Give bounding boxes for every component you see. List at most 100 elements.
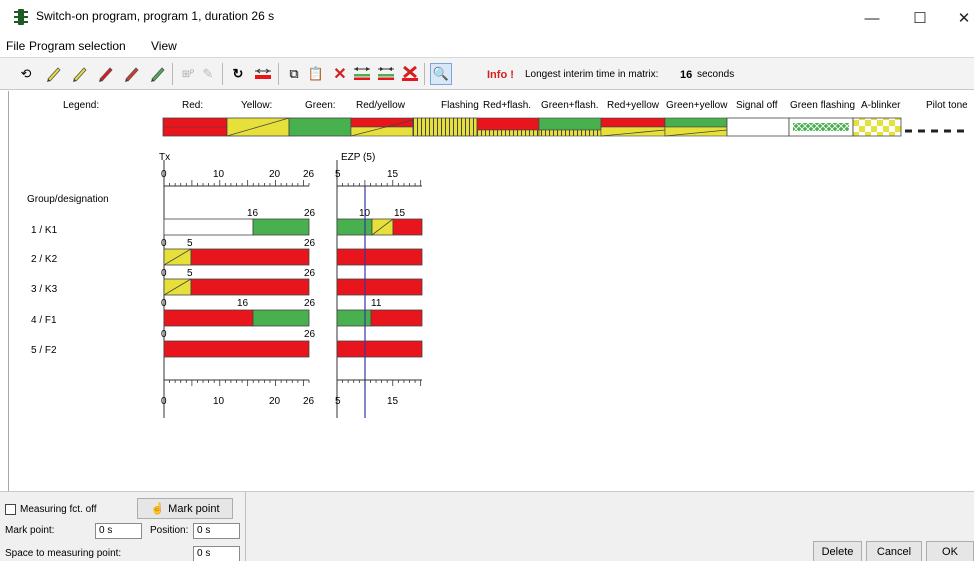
legend-swatch-signal-off (726, 117, 790, 137)
menu-program-selection[interactable]: Program selection (29, 39, 126, 53)
main-top-tick-0: 0 (161, 169, 167, 180)
menu-file[interactable]: File (6, 39, 25, 53)
ezp-red-bar[interactable] (336, 340, 423, 358)
ok-button[interactable]: OK (926, 541, 974, 561)
space-to-measuring-field[interactable]: 0 s (193, 546, 240, 561)
ezp-red-bar[interactable] (392, 218, 423, 236)
signal-group-row[interactable]: 1 / K1 16 26 10 15 (31, 208, 423, 236)
main-scale-label: Tx (159, 152, 170, 163)
time-label: 26 (304, 208, 316, 219)
position-field[interactable]: 0 s (193, 523, 240, 539)
time-label: 0 (161, 329, 167, 340)
space-to-measuring-label: Space to measuring point: (5, 548, 122, 559)
time-label: 5 (187, 268, 193, 279)
legend-label-green-flash: Green+flash. (541, 100, 599, 111)
main-top-tick-10: 10 (213, 169, 225, 180)
ezp-red-bar[interactable] (336, 278, 423, 296)
legend-title: Legend: (63, 100, 99, 111)
legend-label-a-blinker: A-blinker (861, 100, 901, 111)
legend-swatch-green-flash (538, 117, 602, 137)
ezp-red-bar[interactable] (370, 309, 423, 327)
move-bar-icon[interactable] (253, 63, 273, 85)
measuring-panel: Measuring fct. off ☝ Mark point Mark poi… (0, 491, 974, 561)
timing-diagram-panel[interactable]: Legend: Red: Yellow: Green: Red/yellow F… (8, 91, 974, 491)
legend-label-yellow: Yellow: (241, 100, 272, 111)
mark-point-field[interactable]: 0 s (95, 523, 142, 539)
copy-icon[interactable]: ⧉ (284, 63, 304, 85)
ezp-green-bar[interactable] (336, 218, 373, 236)
menu-bar: File Program selection View (0, 36, 974, 56)
ezp-green-bar[interactable] (336, 309, 372, 327)
ezp-time-label: 15 (394, 208, 406, 219)
red-bar[interactable] (163, 309, 254, 327)
signal-off-bar[interactable] (163, 218, 254, 236)
green-bar[interactable] (252, 218, 310, 236)
title-bar: Switch-on program, program 1, duration 2… (0, 0, 974, 36)
minimize-button[interactable]: — (852, 4, 892, 32)
legend-label-red-yellow: Red/yellow (356, 100, 406, 111)
close-button[interactable]: ✕ (944, 4, 974, 32)
info-text: Longest interim time in matrix: (525, 69, 659, 80)
rotate-icon[interactable]: ↻ (228, 63, 248, 85)
green-bar[interactable] (252, 309, 310, 327)
time-label: 5 (187, 238, 193, 249)
pencil-green-icon[interactable] (148, 63, 168, 85)
toolbar-separator (278, 63, 279, 85)
clear-icon[interactable] (400, 63, 420, 85)
group-name: 3 / K3 (31, 284, 58, 295)
pencil-red-icon[interactable] (122, 63, 142, 85)
group-header: Group/designation (27, 194, 109, 205)
signal-group-row[interactable]: 2 / K2 0 5 26 (31, 238, 423, 266)
delete-button[interactable]: Delete (813, 541, 862, 561)
toolbar-separator (424, 63, 425, 85)
toolbar: ⟲ ⊞ᴾ ✎ ↻ ⧉ 📋 ✕ 🔍 Info ! Longest interim … (0, 57, 974, 90)
legend-swatch-red-plus-yellow (600, 117, 666, 137)
ezp-bottom-axis: 5 15 (335, 379, 422, 407)
undo-icon[interactable]: ⟲ (16, 63, 36, 85)
eraser-icon[interactable]: ✎ (198, 63, 218, 85)
ezp-red-bar[interactable] (336, 248, 423, 266)
maximize-button[interactable]: ☐ (900, 4, 940, 32)
shrink-icon[interactable] (376, 63, 396, 85)
cancel-button[interactable]: Cancel (866, 541, 922, 561)
time-label: 16 (237, 298, 249, 309)
paste-icon[interactable]: 📋 (306, 63, 326, 85)
legend-swatch-flashing (412, 117, 478, 137)
traffic-light-icon (14, 9, 28, 25)
signal-group-icon[interactable]: ⊞ᴾ (178, 63, 198, 85)
legend-swatch-green-plus-yellow (664, 117, 728, 137)
mark-point-label: Mark point: (5, 525, 55, 536)
signal-timing-chart[interactable]: Legend: Red: Yellow: Green: Red/yellow F… (9, 91, 973, 491)
yellow-bar[interactable] (163, 248, 192, 266)
red-bar[interactable] (190, 278, 310, 296)
time-label: 26 (304, 329, 316, 340)
red-bar[interactable] (190, 248, 310, 266)
main-bottom-tick-20: 20 (269, 396, 281, 407)
pencil-red-icon[interactable] (96, 63, 116, 85)
pencil-yellow-icon[interactable] (70, 63, 90, 85)
time-label: 26 (304, 268, 316, 279)
pencil-yellow-icon[interactable] (44, 63, 64, 85)
signal-group-row[interactable]: 5 / F2 0 26 (31, 329, 423, 358)
legend-swatch-a-blinker (852, 117, 902, 137)
legend-swatch-red-flash (476, 117, 540, 137)
yellow-bar[interactable] (163, 278, 192, 296)
main-bottom-tick-0: 0 (161, 396, 167, 407)
search-icon[interactable]: 🔍 (430, 63, 452, 85)
stretch-icon[interactable] (352, 63, 372, 85)
main-bottom-tick-10: 10 (213, 396, 225, 407)
main-bottom-tick-26: 26 (303, 396, 315, 407)
delete-icon[interactable]: ✕ (330, 63, 350, 85)
signal-group-row[interactable]: 3 / K3 0 5 26 (31, 268, 423, 296)
red-bar[interactable] (163, 340, 310, 358)
legend-label-green-flashing: Green flashing (790, 100, 855, 111)
menu-view[interactable]: View (151, 39, 177, 53)
mark-point-button[interactable]: ☝ Mark point (137, 498, 233, 519)
ezp-yellow-bar[interactable] (371, 218, 394, 236)
toolbar-separator (222, 63, 223, 85)
measuring-checkbox[interactable] (5, 504, 16, 515)
ezp-scale-label: EZP (5) (341, 152, 375, 163)
signal-group-row[interactable]: 4 / F1 0 16 26 11 (31, 298, 423, 327)
legend-swatch-green (288, 117, 352, 137)
group-name: 1 / K1 (31, 225, 58, 236)
